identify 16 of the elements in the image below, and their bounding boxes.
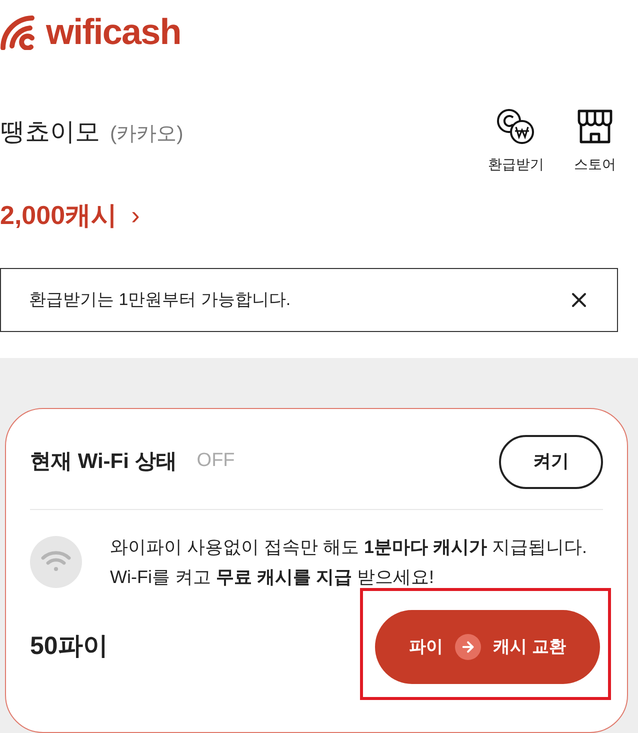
wifi-icon — [30, 536, 82, 588]
turn-on-button[interactable]: 켜기 — [499, 434, 603, 488]
exchange-button[interactable]: 파이 캐시 교환 — [375, 610, 600, 684]
store-icon — [576, 108, 614, 144]
wifi-status-value: OFF — [196, 449, 235, 474]
user-name: 땡쵸이모 — [0, 117, 100, 148]
points-amount: 50파이 — [30, 630, 108, 662]
coin-exchange-icon — [496, 108, 536, 144]
logo-text: wificash — [46, 14, 181, 50]
notice-text: 환급받기는 1만원부터 가능합니다. — [29, 288, 291, 311]
login-provider: (카카오) — [110, 122, 184, 147]
balance-link[interactable]: 2,000캐시 › — [0, 202, 184, 228]
wifi-status-title: 현재 Wi-Fi 상태 — [30, 448, 177, 475]
wifi-message: 와이파이 사용없이 접속만 해도 1분마다 캐시가 지급됩니다. Wi-Fi를 켜고 무료 캐시를 지급 받으세요! — [110, 536, 588, 588]
refund-button[interactable]: 환급받기 — [488, 108, 544, 175]
store-button[interactable]: 스토어 — [574, 108, 616, 175]
